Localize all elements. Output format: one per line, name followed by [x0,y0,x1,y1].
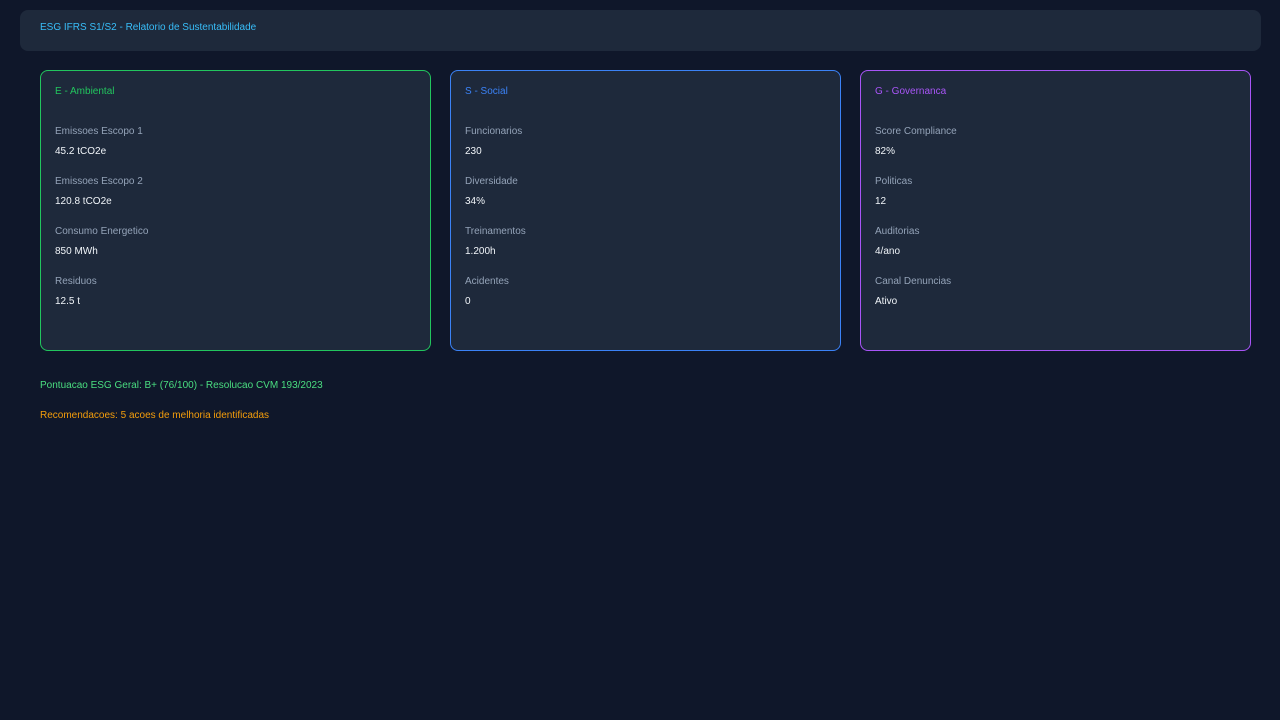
metric-compliance-score: Score Compliance 82% [875,126,957,158]
metric-label: Treinamentos [465,226,526,237]
metric-scope2-emissions: Emissoes Escopo 2 120.8 tCO2e [55,176,143,208]
metric-value: Ativo [875,296,898,307]
metric-whistleblower-channel: Canal Denuncias Ativo [875,276,951,308]
metric-label: Residuos [55,276,97,287]
metric-value: 120.8 tCO2e [55,196,112,207]
metric-value: 4/ano [875,246,901,257]
metric-value: 34% [465,196,486,207]
metric-value: 0 [465,296,471,307]
metric-diversity: Diversidade 34% [465,176,518,208]
metric-scope1-emissions: Emissoes Escopo 1 45.2 tCO2e [55,126,143,158]
metric-value: 82% [875,146,896,157]
metric-policies: Politicas 12 [875,176,912,208]
metric-value: 230 [465,146,482,157]
metric-label: Auditorias [875,226,920,237]
metric-label: Funcionarios [465,126,523,137]
card-social: S - Social Funcionarios 230 Diversidade … [450,70,841,351]
card-title-environmental: E - Ambiental [55,86,115,97]
metric-label: Acidentes [465,276,509,287]
metric-energy-consumption: Consumo Energetico 850 MWh [55,226,148,258]
metric-audits: Auditorias 4/ano [875,226,919,258]
page-title: ESG IFRS S1/S2 - Relatorio de Sustentabi… [40,22,257,33]
metric-label: Diversidade [465,176,518,187]
esg-overall-score: Pontuacao ESG Geral: B+ (76/100) - Resol… [40,380,323,391]
metric-value: 850 MWh [55,246,98,257]
metric-value: 12.5 t [55,296,81,307]
metric-accidents: Acidentes 0 [465,276,509,308]
recommendations-note: Recomendacoes: 5 acoes de melhoria ident… [40,410,270,421]
card-title-governance: G - Governanca [875,86,947,97]
metric-employees: Funcionarios 230 [465,126,522,158]
metric-label: Consumo Energetico [55,226,149,237]
metric-training: Treinamentos 1.200h [465,226,526,258]
metric-value: 12 [875,196,887,207]
metric-label: Emissoes Escopo 1 [55,126,143,137]
card-title-social: S - Social [465,86,508,97]
metric-value: 45.2 tCO2e [55,146,107,157]
metric-value: 1.200h [465,246,496,257]
report-header: ESG IFRS S1/S2 - Relatorio de Sustentabi… [20,10,1261,51]
metric-waste: Residuos 12.5 t [55,276,97,308]
metric-label: Canal Denuncias [875,276,952,287]
metric-label: Emissoes Escopo 2 [55,176,143,187]
metric-label: Politicas [875,176,913,187]
metric-label: Score Compliance [875,126,957,137]
card-governance: G - Governanca Score Compliance 82% Poli… [860,70,1251,351]
card-environmental: E - Ambiental Emissoes Escopo 1 45.2 tCO… [40,70,431,351]
